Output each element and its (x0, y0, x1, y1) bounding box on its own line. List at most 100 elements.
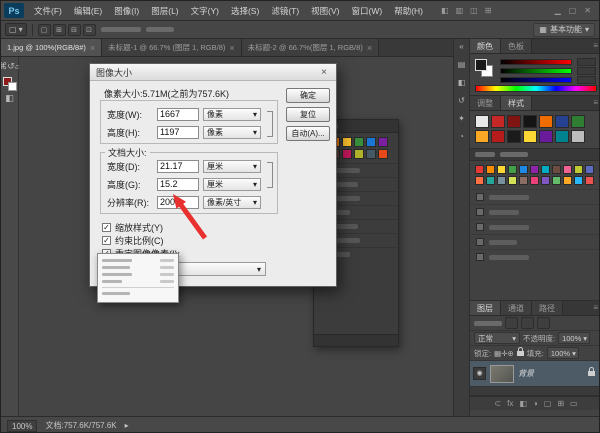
app-bar-icon[interactable]: ◫ (470, 6, 478, 15)
tab-color[interactable]: 颜色 (470, 39, 501, 53)
document-tab[interactable]: 未标题-1 @ 66.7% (图层 1, RGB/8) × (102, 39, 242, 56)
color-swatch[interactable] (366, 149, 376, 159)
close-icon[interactable]: × (90, 43, 95, 53)
color-swatch[interactable] (552, 165, 561, 174)
layers-toolbar-icon[interactable]: ◑ (533, 399, 538, 408)
lock-icon[interactable] (517, 351, 524, 356)
filter-icon[interactable] (537, 317, 550, 329)
menu-item[interactable]: 滤镜(T) (265, 1, 305, 21)
doc-width-unit-select[interactable]: 厘米 ▾ (203, 160, 261, 173)
layers-toolbar-icon[interactable]: ◧ (519, 399, 527, 408)
style-swatch[interactable] (539, 130, 553, 143)
zoom-level-field[interactable]: 100% (7, 420, 37, 432)
visibility-eye-icon[interactable]: ◉ (473, 367, 486, 380)
layers-toolbar-icon[interactable]: fx (507, 399, 513, 408)
collapsed-panel-icon[interactable]: ◔ (459, 132, 464, 141)
selection-mode-icon[interactable]: ⊟ (68, 24, 81, 36)
app-bar-icon[interactable]: ⊞ (485, 6, 492, 15)
style-swatch[interactable] (475, 130, 489, 143)
color-swatch[interactable] (475, 165, 484, 174)
filter-kind-placeholder[interactable] (474, 321, 502, 326)
auto-button[interactable]: 自动(A)... (286, 126, 330, 141)
layers-toolbar-icon[interactable]: ⊂ (494, 399, 501, 408)
list-item[interactable] (470, 234, 600, 249)
tool-preset-dropdown[interactable]: ▢ ▾ (5, 23, 27, 36)
color-panel-swatches[interactable] (475, 59, 493, 77)
lock-option-icon[interactable]: ⊕ (507, 349, 513, 358)
menu-item[interactable]: 图层(L) (145, 1, 184, 21)
style-swatch[interactable] (555, 115, 569, 128)
style-swatch[interactable] (571, 115, 585, 128)
menu-item[interactable]: 选择(S) (225, 1, 265, 21)
status-expander-icon[interactable]: ▸ (125, 421, 129, 430)
close-icon[interactable]: × (367, 43, 372, 53)
color-swatch[interactable] (541, 165, 550, 174)
color-swatch[interactable] (486, 165, 495, 174)
style-swatch[interactable] (571, 130, 585, 143)
color-swatch[interactable] (519, 165, 528, 174)
layers-toolbar-icon[interactable]: ▭ (570, 399, 578, 408)
tool-icon[interactable]: ↺ (7, 61, 15, 71)
color-swatch[interactable] (530, 176, 539, 185)
menu-item[interactable] (102, 278, 174, 285)
color-swatch[interactable] (563, 176, 572, 185)
quick-mask-icon[interactable]: ◧ (2, 91, 18, 106)
color-swatch[interactable] (497, 176, 506, 185)
menu-item[interactable]: 帮助(H) (388, 1, 429, 21)
blend-mode-select[interactable]: 正常 ▾ (474, 332, 520, 344)
layer-thumbnail[interactable] (490, 365, 514, 383)
color-swatch[interactable] (378, 137, 388, 147)
style-swatch[interactable] (475, 115, 489, 128)
close-icon[interactable]: × (229, 43, 234, 53)
window-control-icon[interactable]: ▢ (569, 6, 577, 15)
color-swatch[interactable] (585, 165, 594, 174)
tab-channels[interactable]: 通道 (501, 301, 532, 315)
panel-menu-icon[interactable]: ≡ (589, 39, 600, 53)
blue-slider[interactable] (500, 77, 572, 83)
foreground-color-swatch[interactable] (475, 59, 487, 71)
color-swatch[interactable] (519, 176, 528, 185)
filter-icon[interactable] (505, 317, 518, 329)
color-swatch[interactable] (354, 149, 364, 159)
list-item[interactable] (470, 189, 600, 204)
menu-item[interactable]: 编辑(E) (68, 1, 108, 21)
collapsed-panel-icon[interactable]: ◧ (458, 78, 466, 87)
tab-adjustments[interactable]: 调整 (470, 96, 501, 110)
layers-toolbar-icon[interactable]: ⊞ (557, 399, 564, 408)
tab-swatches[interactable]: 色板 (501, 39, 532, 53)
style-swatch[interactable] (507, 130, 521, 143)
opacity-select[interactable]: 100% ▾ (558, 332, 590, 344)
color-swatch[interactable] (530, 165, 539, 174)
list-item[interactable] (470, 204, 600, 219)
scale-styles-checkbox-row[interactable]: ✓ 缩放样式(Y) (102, 222, 163, 233)
layers-toolbar-icon[interactable]: ▢ (544, 399, 552, 408)
collapsed-panel-icon[interactable]: ✦ (458, 114, 465, 123)
fill-select[interactable]: 100% ▾ (547, 347, 579, 359)
tab-styles[interactable]: 样式 (501, 96, 532, 110)
document-tab[interactable]: 未标题-2 @ 66.7%(图层 1, RGB/8) × (242, 39, 379, 56)
pixel-height-input[interactable] (157, 126, 199, 139)
window-control-icon[interactable]: ▁ (555, 6, 561, 15)
color-swatch[interactable] (354, 137, 364, 147)
color-swatch[interactable] (552, 176, 561, 185)
layer-row-background[interactable]: ◉ 背景 (470, 361, 600, 387)
panel-menu-icon[interactable]: ≡ (589, 96, 600, 110)
green-value-field[interactable] (577, 67, 596, 75)
document-tab[interactable]: 1.jpg @ 100%(RGB/8#) × (1, 39, 102, 56)
style-swatch[interactable] (491, 115, 505, 128)
list-item[interactable] (470, 249, 600, 264)
pixel-height-unit-select[interactable]: 像素 ▾ (203, 126, 261, 139)
style-swatch[interactable] (555, 130, 569, 143)
color-swatch[interactable] (574, 176, 583, 185)
style-swatch[interactable] (539, 115, 553, 128)
color-swatch[interactable] (342, 149, 352, 159)
list-item[interactable] (470, 219, 600, 234)
workspace-switcher[interactable]: ▦ 基本功能 ▾ (533, 23, 595, 37)
checkbox[interactable]: ✓ (102, 223, 111, 232)
doc-width-input[interactable] (157, 160, 199, 173)
selection-mode-icon[interactable]: ▢ (38, 24, 51, 36)
color-swatch[interactable] (366, 137, 376, 147)
constrain-proportions-checkbox-row[interactable]: ✓ 约束比例(C) (102, 235, 164, 246)
menu-item[interactable] (102, 290, 174, 297)
dialog-title-bar[interactable]: 图像大小 × (90, 64, 336, 81)
